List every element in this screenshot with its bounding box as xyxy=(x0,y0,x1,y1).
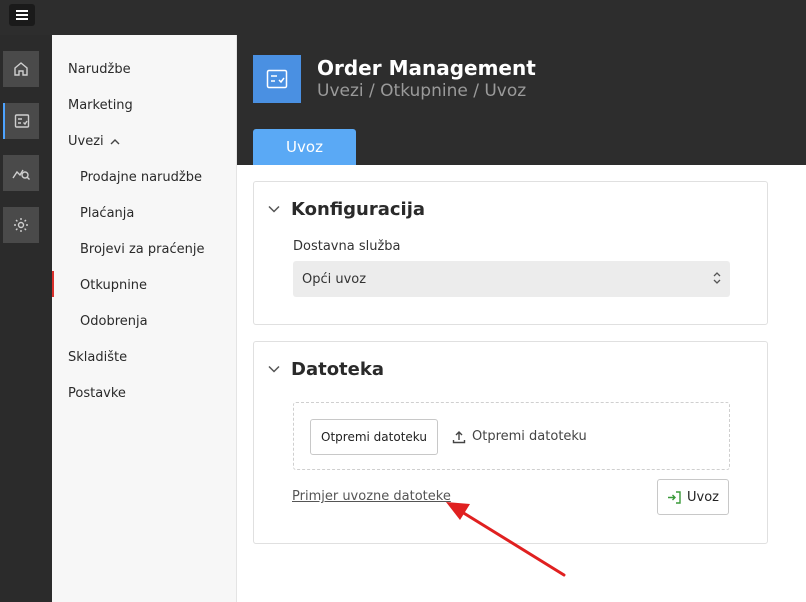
analytics-search-icon[interactable] xyxy=(3,155,39,191)
top-bar xyxy=(0,0,806,35)
active-item-marker xyxy=(52,271,54,297)
shipping-service-select[interactable]: Opći uvoz xyxy=(293,261,730,297)
sidebar-item-label: Prodajne narudžbe xyxy=(80,170,202,185)
sidebar-item-label: Uvezi xyxy=(68,134,104,149)
breadcrumb: Uvezi / Otkupnine / Uvoz xyxy=(317,81,527,101)
icon-rail xyxy=(0,35,52,602)
page-title: Order Management xyxy=(317,56,536,80)
import-icon xyxy=(668,490,681,504)
sidebar-item-label: Brojevi za praćenje xyxy=(80,242,205,257)
sidebar-item-brojevi-za-pracenje[interactable]: Brojevi za praćenje xyxy=(80,242,204,257)
tab-uvoz[interactable]: Uvoz xyxy=(253,129,356,165)
settings-gear-icon[interactable] xyxy=(3,207,39,243)
file-card: Datoteka Otpremi datoteku Otpremi datote… xyxy=(253,341,768,544)
select-arrows-icon xyxy=(713,272,721,284)
sidebar-item-narudzbe[interactable]: Narudžbe xyxy=(68,62,131,77)
configuration-title: Konfiguracija xyxy=(291,199,426,220)
file-dropzone[interactable]: Otpremi datoteku Otpremi datoteku xyxy=(293,402,730,470)
chevron-up-icon xyxy=(110,139,120,145)
checklist-icon[interactable] xyxy=(3,103,39,139)
sidebar-item-odobrenja[interactable]: Odobrenja xyxy=(80,314,148,329)
import-button-label: Uvoz xyxy=(687,489,719,505)
sidebar-item-label: Marketing xyxy=(68,98,133,113)
sidebar-item-uvezi[interactable]: Uvezi xyxy=(68,134,120,149)
sidebar-item-otkupnine[interactable]: Otkupnine xyxy=(80,278,147,293)
upload-file-button[interactable]: Otpremi datoteku xyxy=(310,419,438,455)
sidebar-item-skladiste[interactable]: Skladište xyxy=(68,350,127,365)
order-app-icon xyxy=(253,55,301,103)
home-icon[interactable] xyxy=(3,51,39,87)
sidebar-item-label: Narudžbe xyxy=(68,62,131,77)
upload-hint-text: Otpremi datoteku xyxy=(472,429,587,444)
upload-hint: Otpremi datoteku xyxy=(452,429,587,444)
sample-import-file-link[interactable]: Primjer uvozne datoteke xyxy=(292,489,451,504)
select-value: Opći uvoz xyxy=(302,271,367,287)
sidebar-item-placanja[interactable]: Plaćanja xyxy=(80,206,134,221)
sidebar-item-label: Skladište xyxy=(68,350,128,365)
chevron-down-icon[interactable] xyxy=(268,365,280,373)
sidebar-item-prodajne-narudzbe[interactable]: Prodajne narudžbe xyxy=(80,170,202,185)
sidebar-item-label: Otkupnine xyxy=(80,278,148,293)
configuration-card: Konfiguracija Dostavna služba Opći uvoz xyxy=(253,181,768,325)
sidebar-nav: Narudžbe Marketing Uvezi Prodajne narudž… xyxy=(52,35,237,602)
page-header: Order Management Uvezi / Otkupnine / Uvo… xyxy=(237,35,806,165)
import-button[interactable]: Uvoz xyxy=(657,479,729,515)
shipping-service-label: Dostavna služba xyxy=(293,239,401,254)
file-title: Datoteka xyxy=(291,359,384,380)
upload-icon xyxy=(452,430,466,443)
sidebar-item-marketing[interactable]: Marketing xyxy=(68,98,133,113)
hamburger-icon[interactable] xyxy=(9,4,35,26)
sidebar-item-label: Odobrenja xyxy=(80,314,148,329)
sidebar-item-label: Postavke xyxy=(68,386,126,401)
sidebar-item-postavke[interactable]: Postavke xyxy=(68,386,126,401)
sidebar-item-label: Plaćanja xyxy=(80,206,135,221)
chevron-down-icon[interactable] xyxy=(268,205,280,213)
